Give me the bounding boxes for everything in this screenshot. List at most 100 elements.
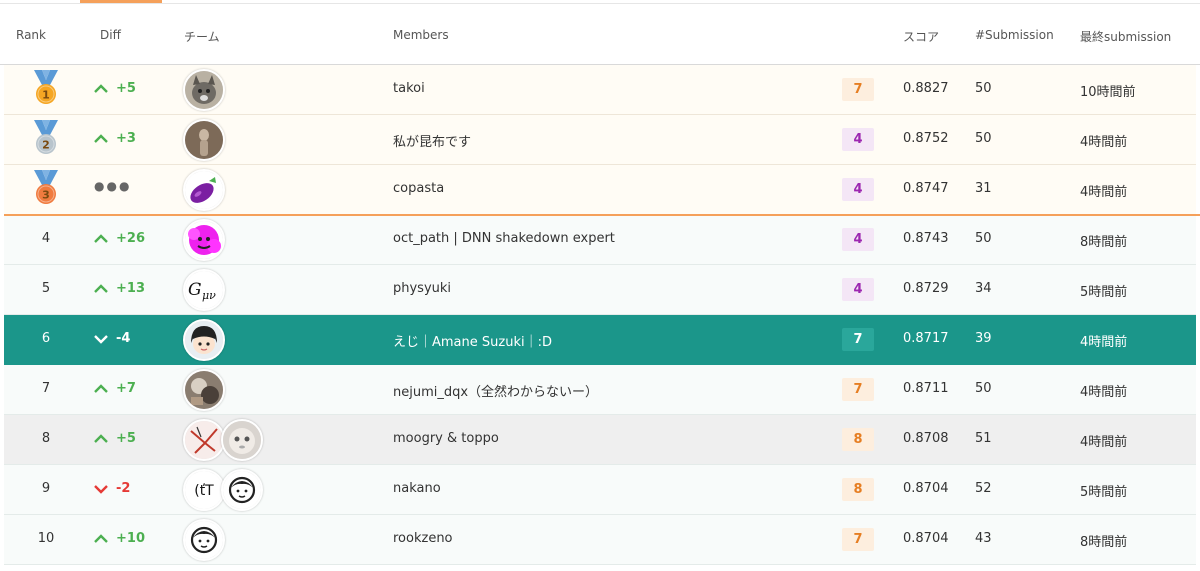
team-size-badge: 4 [842, 228, 874, 251]
last-submission-time: 10時間前 [1080, 85, 1136, 100]
no-change-dots-icon: ●●● [94, 179, 132, 193]
arrow-up-icon [94, 83, 108, 94]
rank-diff-value: +5 [116, 431, 136, 446]
table-row[interactable]: 9 -2 (ťΤ nakano 8 0.8704 52 5時間前 [4, 465, 1196, 515]
submission-count: 52 [975, 481, 992, 496]
team-size-badge: 7 [842, 378, 874, 401]
table-row[interactable]: 7 +7 nejumi_dqx（全然わからないー） 7 0.8711 50 4時間前 [4, 365, 1196, 415]
avatar[interactable] [183, 219, 225, 261]
last-submission-time: 4時間前 [1080, 435, 1128, 450]
silver-medal-icon: 2 [31, 120, 61, 156]
team-members[interactable]: moogry & toppo [393, 431, 499, 446]
team-members[interactable]: 私が昆布です [393, 131, 471, 150]
submission-count: 43 [975, 531, 992, 546]
last-submission-time: 5時間前 [1080, 485, 1128, 500]
table-row[interactable]: 5 +13 Gμν physyuki 4 0.8729 34 5時間前 [4, 265, 1196, 315]
last-submission-time: 4時間前 [1080, 185, 1128, 200]
svg-text:1: 1 [42, 89, 50, 102]
avatar[interactable] [221, 469, 263, 511]
score-header[interactable]: スコア [903, 28, 939, 45]
team-members[interactable]: copasta [393, 181, 444, 196]
rank-diff-value: +5 [116, 81, 136, 96]
team-members[interactable]: physyuki [393, 281, 451, 296]
rank-diff: +3 [94, 131, 136, 146]
table-row[interactable]: 3 ●●● copasta 4 0.8747 31 4時間前 [4, 165, 1196, 215]
members-header[interactable]: Members [393, 28, 449, 42]
team-members[interactable]: oct_path | DNN shakedown expert [393, 231, 615, 246]
avatar[interactable] [183, 119, 225, 161]
team-avatars [183, 419, 263, 461]
submission-count: 50 [975, 381, 992, 396]
avatar[interactable]: Gμν [183, 269, 225, 311]
avatar[interactable] [183, 369, 225, 411]
team-size-badge: 7 [842, 528, 874, 551]
rank-diff: +7 [94, 381, 136, 396]
rank-diff: +13 [94, 281, 145, 296]
rank-value: 8 [41, 431, 51, 446]
team-members[interactable]: nejumi_dqx（全然わからないー） [393, 381, 598, 400]
score-value: 0.8704 [903, 531, 949, 546]
avatar[interactable] [183, 519, 225, 561]
rank-diff: +5 [94, 431, 136, 446]
score-value: 0.8743 [903, 231, 949, 246]
table-row[interactable]: 4 +26 oct_path | DNN shakedown expert 4 0.87… [4, 215, 1196, 265]
table-row[interactable]: 6 -4 えじ｜Amane Suzuki｜:D 7 0.8717 39 4時間前 [4, 315, 1196, 365]
rank-value: 10 [37, 531, 55, 546]
rank-diff-value: +13 [116, 281, 145, 296]
team-members[interactable]: rookzeno [393, 531, 453, 546]
team-members[interactable]: nakano [393, 481, 441, 496]
medal-zone-separator [4, 214, 1200, 216]
submission-count: 50 [975, 131, 992, 146]
submission-count: 39 [975, 331, 992, 346]
avatar[interactable] [221, 419, 263, 461]
svg-text:μν: μν [202, 289, 216, 302]
score-value: 0.8827 [903, 81, 949, 96]
submissions-header[interactable]: #Submission [975, 28, 1054, 42]
team-avatars [183, 169, 225, 211]
rank-header[interactable]: Rank [16, 28, 46, 42]
diff-header[interactable]: Diff [100, 28, 121, 42]
table-row[interactable]: 1 +5 takoi 7 0.8827 50 10時間前 [4, 65, 1196, 115]
team-header[interactable]: チーム [184, 28, 220, 45]
rank-diff-value: +7 [116, 381, 136, 396]
rank-diff: +10 [94, 531, 145, 546]
rank-diff-value: -2 [116, 481, 131, 496]
arrow-down-icon [94, 484, 108, 494]
avatar[interactable] [183, 419, 225, 461]
arrow-up-icon [94, 533, 108, 544]
team-size-badge: 4 [842, 278, 874, 301]
last-submission-time: 4時間前 [1080, 335, 1128, 350]
arrow-up-icon [94, 383, 108, 394]
last-submission-header[interactable]: 最終submission [1080, 28, 1171, 45]
rank-diff-value: +3 [116, 131, 136, 146]
table-row[interactable]: 2 +3 私が昆布です 4 0.8752 50 4時間前 [4, 115, 1196, 165]
avatar[interactable] [183, 69, 225, 111]
arrow-up-icon [94, 133, 108, 144]
svg-text:3: 3 [42, 189, 50, 202]
team-size-badge: 4 [842, 178, 874, 201]
rank-value: 5 [41, 281, 51, 296]
team-members[interactable]: takoi [393, 81, 425, 96]
arrow-up-icon [94, 433, 108, 444]
team-size-badge: 8 [842, 478, 874, 501]
team-avatars: (ťΤ [183, 469, 263, 511]
team-avatars [183, 69, 225, 111]
avatar[interactable]: (ťΤ [183, 469, 225, 511]
rank-value: 6 [41, 331, 51, 346]
rank-value: 4 [41, 231, 51, 246]
avatar[interactable] [183, 319, 225, 361]
table-row[interactable]: 10 +10 rookzeno 7 0.8704 43 8時間前 [4, 515, 1196, 565]
team-avatars: Gμν [183, 269, 225, 311]
team-size-badge: 8 [842, 428, 874, 451]
score-value: 0.8708 [903, 431, 949, 446]
table-row[interactable]: 8 +5 moogry & toppo 8 0.8708 51 4時間前 [4, 415, 1196, 465]
svg-text:2: 2 [42, 139, 50, 152]
avatar[interactable] [183, 169, 225, 211]
score-value: 0.8711 [903, 381, 949, 396]
team-members[interactable]: えじ｜Amane Suzuki｜:D [393, 331, 552, 350]
team-size-badge: 7 [842, 328, 874, 351]
team-size-badge: 4 [842, 128, 874, 151]
rank-value: 9 [41, 481, 51, 496]
arrow-up-icon [94, 233, 108, 244]
arrow-up-icon [94, 283, 108, 294]
